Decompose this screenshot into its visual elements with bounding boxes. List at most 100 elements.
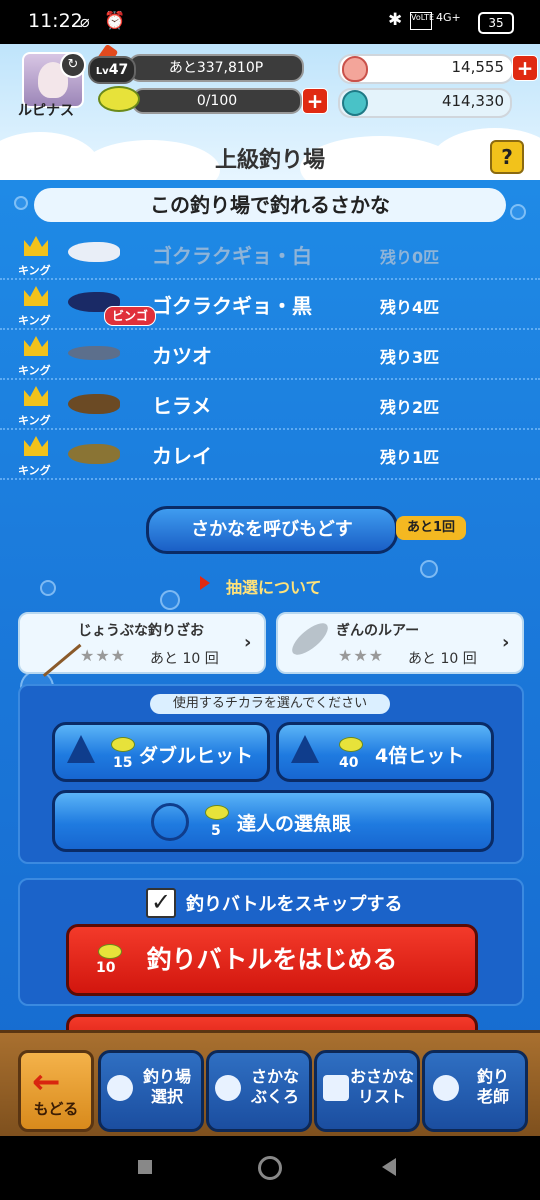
star-rating: ★★★	[338, 646, 385, 665]
home-icon[interactable]	[258, 1156, 282, 1180]
fish-icon	[68, 346, 120, 360]
fish-row: キング ヒラメ 残り2匹	[0, 380, 540, 430]
master-icon	[433, 1075, 459, 1101]
item-count: あと 10 回	[150, 651, 219, 667]
fish-name: カツオ	[152, 344, 212, 368]
recall-fish-button[interactable]: さかなを呼びもどす	[146, 506, 398, 554]
item-name: ぎんのルアー	[336, 623, 420, 639]
bait-fish-icon	[205, 805, 229, 820]
fish-remaining: 残り1匹	[380, 448, 440, 467]
fish-icon	[68, 242, 120, 262]
fish-row: キング ゴクラクギョ・黒 残り4匹	[0, 280, 540, 330]
nav-label: 釣り 老師	[476, 1067, 509, 1106]
rank-label: キング	[18, 414, 51, 427]
item-card-lure[interactable]: ぎんのルアー ★★★ あと 10 回 ›	[276, 612, 524, 674]
bait-fish-icon	[339, 737, 363, 752]
exp-bar: あと337,810P	[128, 54, 304, 82]
fish-list-header: この釣り場で釣れるさかな	[34, 188, 506, 222]
fish-row: キング ゴクラクギョ・白 残り0匹	[0, 230, 540, 280]
nav-label: おさかな リスト	[349, 1067, 414, 1106]
lottery-info-link[interactable]: 抽選について	[226, 574, 322, 598]
start-battle-button[interactable]: 釣りバトルをはじめる	[66, 924, 478, 996]
nav-master[interactable]: 釣り 老師	[422, 1050, 528, 1132]
nav-fish-bag[interactable]: さかな ぶくろ	[206, 1050, 312, 1132]
rank-label: キング	[18, 464, 51, 477]
skills-hint: 使用するチカラを選んでください	[150, 694, 390, 714]
skill-cost: 5	[211, 823, 221, 839]
skill-label: ダブルヒット	[139, 745, 254, 767]
item-name: じょうぶな釣りざお	[78, 623, 204, 639]
rank-label: キング	[18, 264, 51, 277]
divider	[0, 478, 540, 484]
chevron-right-icon: ›	[502, 632, 510, 653]
add-energy-button[interactable]: +	[302, 88, 328, 114]
help-button[interactable]: ?	[490, 140, 524, 174]
add-gem-button[interactable]: +	[512, 55, 538, 81]
gem-value: 14,555	[451, 58, 505, 76]
bluetooth-icon: ✱	[388, 10, 403, 30]
bait-fish-icon	[98, 944, 122, 959]
nav-fish-list[interactable]: おさかな リスト	[314, 1050, 420, 1132]
fish-remaining: 残り2匹	[380, 398, 440, 417]
energy-bar: 0/100	[132, 88, 302, 114]
item-count: あと 10 回	[408, 651, 477, 667]
skip-battle-label: 釣りバトルをスキップする	[186, 894, 403, 915]
crown-icon	[24, 436, 48, 456]
fish-name: ゴクラクギョ・黒	[152, 294, 312, 318]
nav-label: 釣り場 選択	[142, 1067, 191, 1106]
quad-hit-button[interactable]: 40 4倍ヒット	[276, 722, 494, 782]
player-name: ルピナス	[18, 103, 74, 119]
fish-icon	[68, 444, 120, 464]
item-card-rod[interactable]: じょうぶな釣りざお ★★★ あと 10 回 ›	[14, 610, 266, 677]
coin-value: 414,330	[441, 92, 504, 110]
bingo-tag: ビンゴ	[104, 306, 156, 326]
fish-row: キング カレイ 残り1匹	[0, 430, 540, 480]
skill-cost: 40	[339, 755, 359, 771]
skill-label: 達人の選魚眼	[237, 813, 352, 835]
back-label: もどる	[33, 1100, 79, 1118]
star-rating: ★★★	[80, 646, 127, 665]
start-cost: 10	[96, 960, 116, 976]
crown-icon	[24, 286, 48, 306]
fish-icon	[68, 394, 120, 414]
signal-icon: 4G+	[436, 11, 461, 24]
double-hit-button[interactable]: 15 ダブルヒット	[52, 722, 270, 782]
fishing-rod-icon	[14, 610, 82, 677]
list-icon	[323, 1075, 349, 1101]
system-nav-bar	[0, 1136, 540, 1200]
coin-icon	[342, 90, 368, 116]
expert-eye-button[interactable]: 5 達人の選魚眼	[52, 790, 494, 852]
nav-label: さかな ぶくろ	[250, 1067, 299, 1106]
alarm-icon: ⏰	[104, 11, 126, 31]
hit-icon	[67, 735, 95, 763]
fish-name: ヒラメ	[152, 394, 212, 418]
target-icon	[151, 803, 189, 841]
play-arrow-icon	[200, 576, 210, 590]
recents-icon[interactable]	[138, 1160, 152, 1174]
bobber-icon	[107, 1075, 133, 1101]
bait-fish-icon	[111, 737, 135, 752]
fish-remaining: 残り0匹	[380, 248, 440, 267]
chevron-right-icon: ›	[244, 632, 252, 653]
gem-icon	[342, 56, 368, 82]
crown-icon	[24, 386, 48, 406]
page-title: 上級釣り場	[214, 148, 325, 173]
crown-icon	[24, 336, 48, 356]
skip-battle-checkbox[interactable]: ✓	[146, 888, 176, 918]
silver-lure-icon	[287, 617, 333, 661]
crown-icon	[24, 236, 48, 256]
battery-icon: 35	[478, 12, 514, 34]
back-arrow-icon: ←	[32, 1062, 61, 1102]
fish-remaining: 残り3匹	[380, 348, 440, 367]
rank-label: キング	[18, 364, 51, 377]
fish-name: ゴクラクギョ・白	[152, 244, 312, 268]
hit-icon	[291, 735, 319, 763]
bag-icon	[215, 1075, 241, 1101]
skill-label: 4倍ヒット	[375, 745, 465, 767]
back-nav-icon[interactable]	[382, 1158, 396, 1176]
fish-name: カレイ	[152, 444, 212, 468]
refresh-icon[interactable]: ↻	[60, 52, 86, 78]
bait-fish-icon	[98, 86, 140, 112]
nav-spot-select[interactable]: 釣り場 選択	[98, 1050, 204, 1132]
rank-label: キング	[18, 314, 51, 327]
